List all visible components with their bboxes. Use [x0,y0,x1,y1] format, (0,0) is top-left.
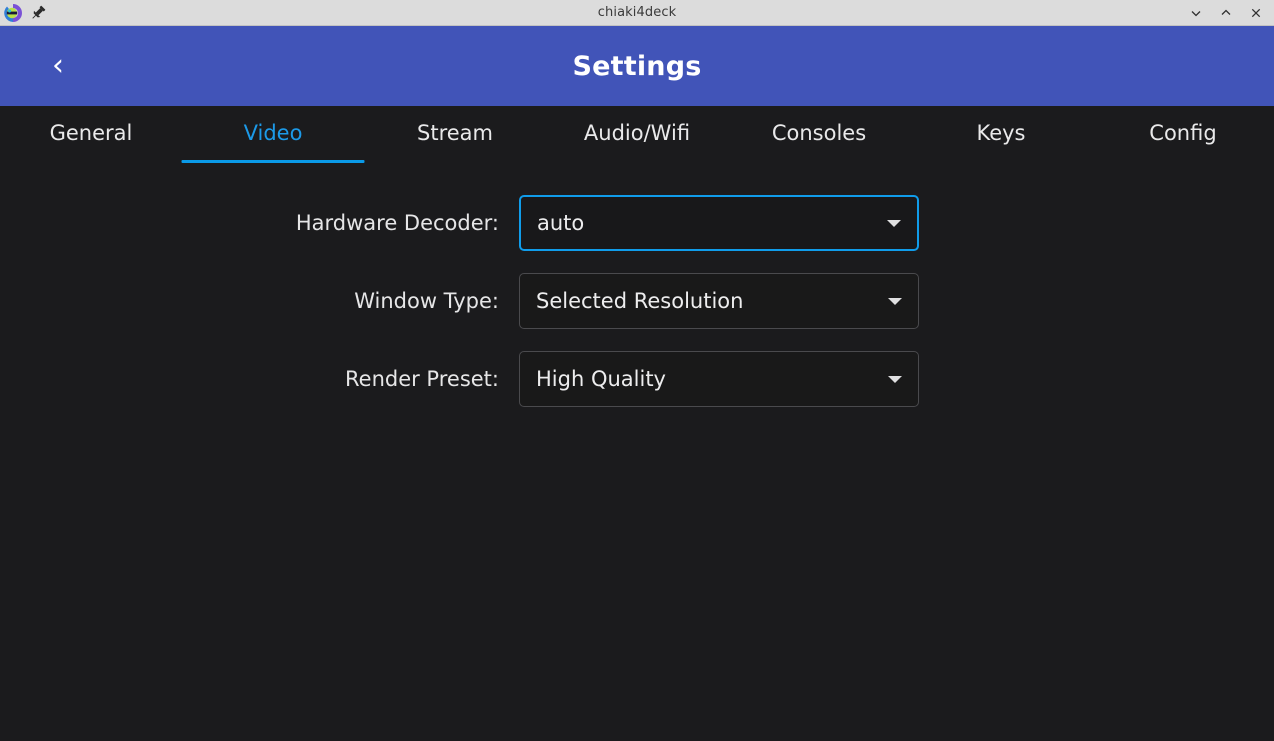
render-preset-value: High Quality [536,367,666,391]
tab-label: Audio/Wifi [583,121,691,145]
close-icon [1251,8,1261,17]
minimize-button[interactable] [1182,1,1210,25]
settings-tabbar: General Video Stream Audio/Wifi Consoles… [0,106,1274,166]
close-button[interactable] [1242,1,1270,25]
window-type-select[interactable]: Selected Resolution [519,273,919,329]
chiaki-logo-icon [3,3,23,23]
chevron-left-icon: ‹ [52,48,64,83]
tab-keys[interactable]: Keys [910,106,1092,166]
tab-general[interactable]: General [0,106,182,166]
window-type-label: Window Type: [354,289,499,313]
hardware-decoder-select[interactable]: auto [519,195,919,251]
tab-label: General [49,121,133,145]
window-title: chiaki4deck [597,5,677,20]
pin-icon[interactable] [29,4,47,22]
form-row-hardware-decoder: Hardware Decoder: auto [0,195,1274,251]
hardware-decoder-value: auto [537,211,585,235]
tab-label: Config [1149,121,1217,145]
form-row-window-type: Window Type: Selected Resolution [0,273,1274,329]
window-titlebar: chiaki4deck [0,0,1274,26]
page-header: ‹ Settings [0,26,1274,106]
window-type-value: Selected Resolution [536,289,744,313]
tab-audio-wifi[interactable]: Audio/Wifi [546,106,728,166]
tab-stream[interactable]: Stream [364,106,546,166]
form-row-render-preset: Render Preset: High Quality [0,351,1274,407]
tab-config[interactable]: Config [1092,106,1274,166]
settings-content-video: Hardware Decoder: auto Window Type: Sele… [0,166,1274,741]
tab-label: Stream [417,121,493,145]
back-button[interactable]: ‹ [38,44,78,88]
window-controls [1182,0,1270,25]
tab-consoles[interactable]: Consoles [728,106,910,166]
titlebar-left-icons [0,3,47,23]
tab-label: Keys [976,121,1026,145]
chevron-down-icon [888,297,902,305]
chevron-down-icon [1191,10,1201,16]
render-preset-label: Render Preset: [345,367,499,391]
maximize-button[interactable] [1212,1,1240,25]
chevron-down-icon [888,375,902,383]
tab-label: Consoles [771,121,867,145]
tab-video[interactable]: Video [182,106,364,166]
page-title: Settings [572,50,702,82]
chevron-down-icon [887,219,901,227]
hardware-decoder-label: Hardware Decoder: [295,211,499,235]
render-preset-select[interactable]: High Quality [519,351,919,407]
tab-label: Video [243,121,303,145]
chevron-up-icon [1221,9,1231,15]
